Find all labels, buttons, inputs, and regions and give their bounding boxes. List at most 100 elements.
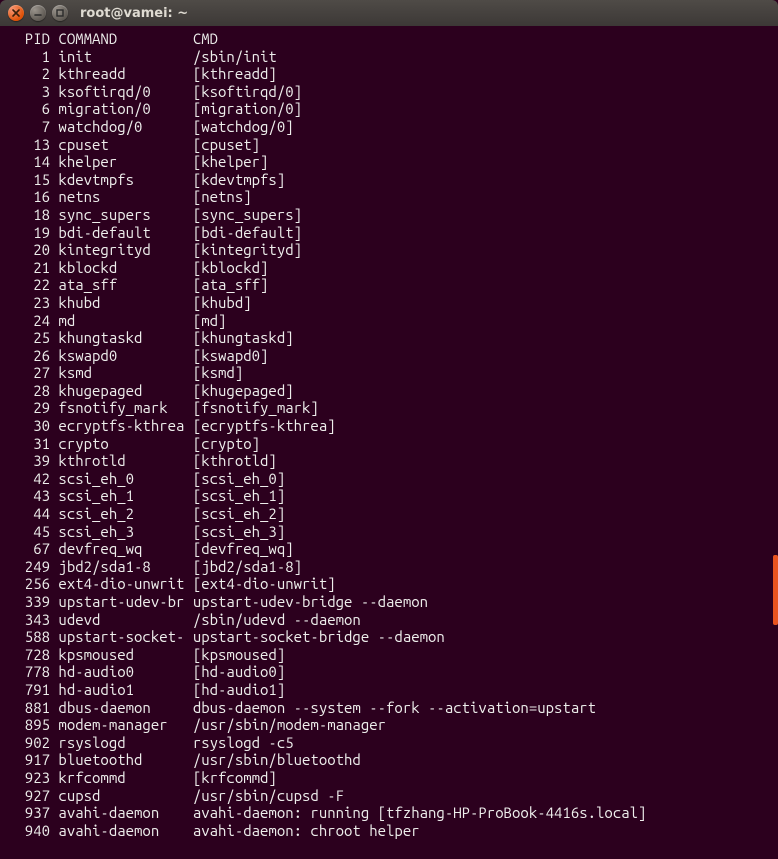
cell-cmd: /usr/sbin/cupsd -F [184, 787, 344, 804]
cell-pid: 29 [8, 399, 50, 416]
cell-cmd: [kdevtmpfs] [184, 171, 285, 188]
cell-command: khubd [50, 294, 184, 311]
cell-pid: 588 [8, 628, 50, 645]
cell-pid: 44 [8, 505, 50, 522]
cell-command: migration/0 [50, 100, 184, 117]
process-row: 26 kswapd0 [kswapd0] [8, 347, 770, 365]
cell-cmd: [kthrotld] [184, 452, 276, 469]
cell-command: kblockd [50, 259, 184, 276]
cell-command: kthrotld [50, 452, 184, 469]
cell-command: ksoftirqd/0 [50, 83, 184, 100]
cell-cmd: [hd-audio1] [184, 681, 285, 698]
process-row: 30 ecryptfs-kthrea [ecryptfs-kthrea] [8, 417, 770, 435]
cell-command: ecryptfs-kthrea [50, 417, 184, 434]
cell-command: watchdog/0 [50, 118, 184, 135]
process-row: 343 udevd /sbin/udevd --daemon [8, 611, 770, 629]
cell-command: avahi-daemon [50, 804, 184, 821]
cell-cmd: [scsi_eh_3] [184, 523, 285, 540]
cell-command: udevd [50, 611, 184, 628]
cell-cmd: [khugepaged] [184, 382, 293, 399]
cell-command: ata_sff [50, 276, 184, 293]
cell-pid: 23 [8, 294, 50, 311]
cell-pid: 43 [8, 487, 50, 504]
cell-cmd: [hd-audio0] [184, 663, 285, 680]
terminal-body[interactable]: PID COMMAND CMD 1 init /sbin/init 2 kthr… [0, 26, 778, 859]
cell-pid: 27 [8, 364, 50, 381]
cell-cmd: [scsi_eh_2] [184, 505, 285, 522]
cell-cmd: [devfreq_wq] [184, 540, 293, 557]
cell-cmd: [ecryptfs-kthrea] [184, 417, 335, 434]
cell-command: kdevtmpfs [50, 171, 184, 188]
cell-pid: 256 [8, 575, 50, 592]
cell-pid: 45 [8, 523, 50, 540]
process-row: 25 khungtaskd [khungtaskd] [8, 329, 770, 347]
cell-command: init [50, 48, 184, 65]
cell-cmd: /usr/sbin/bluetoothd [184, 751, 360, 768]
process-row: 18 sync_supers [sync_supers] [8, 206, 770, 224]
process-row: 902 rsyslogd rsyslogd -c5 [8, 734, 770, 752]
cell-pid: 3 [8, 83, 50, 100]
cell-pid: 42 [8, 470, 50, 487]
cell-pid: 895 [8, 716, 50, 733]
cell-command: dbus-daemon [50, 699, 184, 716]
cell-pid: 881 [8, 699, 50, 716]
cell-command: scsi_eh_0 [50, 470, 184, 487]
process-row: 22 ata_sff [ata_sff] [8, 276, 770, 294]
process-row: 28 khugepaged [khugepaged] [8, 382, 770, 400]
col-header-command: COMMAND [50, 30, 184, 47]
scrollbar-thumb[interactable] [773, 555, 778, 625]
cell-cmd: [ksmd] [184, 364, 243, 381]
process-row: 778 hd-audio0 [hd-audio0] [8, 663, 770, 681]
cell-command: krfcommd [50, 769, 184, 786]
cell-command: fsnotify_mark [50, 399, 184, 416]
cell-pid: 927 [8, 787, 50, 804]
cell-cmd: [kblockd] [184, 259, 268, 276]
cell-command: kthreadd [50, 65, 184, 82]
cell-cmd: [scsi_eh_1] [184, 487, 285, 504]
cell-command: md [50, 312, 184, 329]
process-row: 728 kpsmoused [kpsmoused] [8, 646, 770, 664]
cell-cmd: [kpsmoused] [184, 646, 285, 663]
cell-command: jbd2/sda1-8 [50, 558, 184, 575]
cell-command: hd-audio1 [50, 681, 184, 698]
minimize-icon[interactable] [30, 5, 46, 21]
cell-cmd: /usr/sbin/modem-manager [184, 716, 386, 733]
process-row: 20 kintegrityd [kintegrityd] [8, 241, 770, 259]
process-row: 27 ksmd [ksmd] [8, 364, 770, 382]
cell-cmd: [khubd] [184, 294, 251, 311]
cell-command: kpsmoused [50, 646, 184, 663]
cell-command: rsyslogd [50, 734, 184, 751]
cell-pid: 30 [8, 417, 50, 434]
cell-cmd: [kswapd0] [184, 347, 268, 364]
cell-cmd: [scsi_eh_0] [184, 470, 285, 487]
titlebar[interactable]: root@vamei: ~ [0, 0, 778, 26]
process-row: 7 watchdog/0 [watchdog/0] [8, 118, 770, 136]
cell-pid: 249 [8, 558, 50, 575]
cell-pid: 937 [8, 804, 50, 821]
cell-cmd: [fsnotify_mark] [184, 399, 318, 416]
process-row: 29 fsnotify_mark [fsnotify_mark] [8, 399, 770, 417]
process-row: 895 modem-manager /usr/sbin/modem-manage… [8, 716, 770, 734]
cell-cmd: avahi-daemon: chroot helper [184, 822, 419, 839]
process-row: 1 init /sbin/init [8, 48, 770, 66]
cell-cmd: dbus-daemon --system --fork --activation… [184, 699, 596, 716]
cell-pid: 67 [8, 540, 50, 557]
cell-pid: 13 [8, 136, 50, 153]
cell-command: hd-audio0 [50, 663, 184, 680]
maximize-icon[interactable] [52, 5, 68, 21]
cell-command: scsi_eh_2 [50, 505, 184, 522]
cell-pid: 20 [8, 241, 50, 258]
cell-cmd: [migration/0] [184, 100, 302, 117]
process-row: 43 scsi_eh_1 [scsi_eh_1] [8, 487, 770, 505]
process-row: 44 scsi_eh_2 [scsi_eh_2] [8, 505, 770, 523]
cell-cmd: [bdi-default] [184, 224, 302, 241]
process-row: 917 bluetoothd /usr/sbin/bluetoothd [8, 751, 770, 769]
cell-cmd: [khelper] [184, 153, 268, 170]
cell-pid: 22 [8, 276, 50, 293]
cell-pid: 923 [8, 769, 50, 786]
process-row: 42 scsi_eh_0 [scsi_eh_0] [8, 470, 770, 488]
close-icon[interactable] [8, 5, 24, 21]
process-row: 881 dbus-daemon dbus-daemon --system --f… [8, 699, 770, 717]
cell-cmd: /sbin/udevd --daemon [184, 611, 360, 628]
cell-cmd: upstart-udev-bridge --daemon [184, 593, 428, 610]
